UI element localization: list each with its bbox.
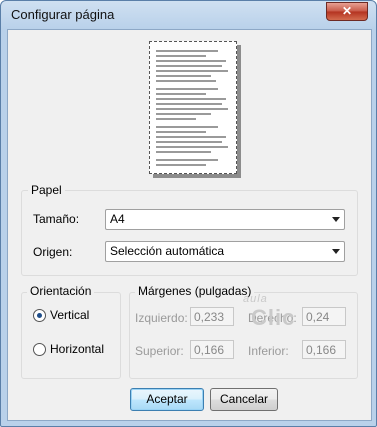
- radio-horizontal-label[interactable]: Horizontal: [50, 342, 104, 356]
- size-select[interactable]: A4: [105, 209, 345, 230]
- close-button[interactable]: ✕: [326, 2, 368, 21]
- source-label: Origen:: [33, 245, 73, 259]
- preview-text-line: [156, 98, 226, 100]
- close-icon: ✕: [341, 4, 353, 18]
- preview-text-line: [156, 113, 211, 115]
- preview-text-line: [156, 159, 218, 161]
- margin-right-input[interactable]: 0,24: [302, 307, 346, 326]
- preview-text-line: [156, 50, 218, 52]
- preview-text-line: [156, 93, 206, 95]
- cancel-button[interactable]: Cancelar: [210, 388, 278, 411]
- radio-horizontal[interactable]: [33, 343, 46, 356]
- preview-text-line: [156, 151, 211, 153]
- watermark-big-text: Clic: [251, 305, 296, 330]
- preview-text-line: [156, 118, 196, 120]
- preview-text-line: [156, 136, 226, 138]
- margin-left-input[interactable]: 0,233: [190, 307, 234, 326]
- preview-text-line: [156, 146, 228, 148]
- ok-button[interactable]: Aceptar: [130, 388, 204, 411]
- preview-text-line: [156, 131, 206, 133]
- source-select-value: Selección automática: [110, 244, 225, 258]
- chevron-down-icon: [332, 249, 340, 254]
- preview-text-line: [156, 141, 222, 143]
- margins-group: [129, 292, 358, 379]
- aulaclic-watermark: aula Clic: [243, 293, 296, 331]
- preview-text-line: [156, 126, 218, 128]
- preview-text-line: [156, 75, 211, 77]
- margin-bottom-input[interactable]: 0,166: [302, 340, 346, 359]
- dialog-title: Configurar página: [11, 7, 115, 22]
- preview-text-line: [156, 103, 222, 105]
- margin-top-label: Superior:: [135, 344, 184, 358]
- size-select-value: A4: [110, 212, 125, 226]
- paper-legend: Papel: [28, 183, 65, 197]
- paper-group: [21, 190, 358, 276]
- preview-text-line: [156, 88, 218, 90]
- margins-legend: Márgenes (pulgadas): [135, 284, 255, 298]
- watermark-small-text: aula: [243, 293, 268, 305]
- preview-text-line: [156, 108, 228, 110]
- orientation-group: [21, 292, 121, 379]
- chevron-down-icon: [332, 217, 340, 222]
- preview-text-line: [156, 55, 206, 57]
- preview-text-line: [156, 164, 206, 166]
- preview-text-line: [156, 65, 222, 67]
- preview-text-line: [156, 60, 226, 62]
- page-setup-dialog: Configurar página ✕ Papel Tamaño: A4 Ori…: [0, 0, 377, 427]
- size-label: Tamaño:: [33, 212, 80, 226]
- source-select[interactable]: Selección automática: [105, 241, 345, 262]
- margin-bottom-label: Inferior:: [248, 344, 289, 358]
- radio-vertical-label[interactable]: Vertical: [50, 308, 89, 322]
- page-preview: [149, 41, 237, 174]
- radio-vertical[interactable]: [33, 309, 46, 322]
- orientation-legend: Orientación: [27, 284, 95, 298]
- preview-text-line: [156, 80, 216, 82]
- margin-top-input[interactable]: 0,166: [190, 340, 234, 359]
- preview-text-line: [156, 70, 228, 72]
- title-bar: Configurar página ✕: [1, 1, 376, 29]
- dialog-body: Papel Tamaño: A4 Origen: Selección autom…: [7, 29, 372, 421]
- margin-left-label: Izquierdo:: [135, 311, 188, 325]
